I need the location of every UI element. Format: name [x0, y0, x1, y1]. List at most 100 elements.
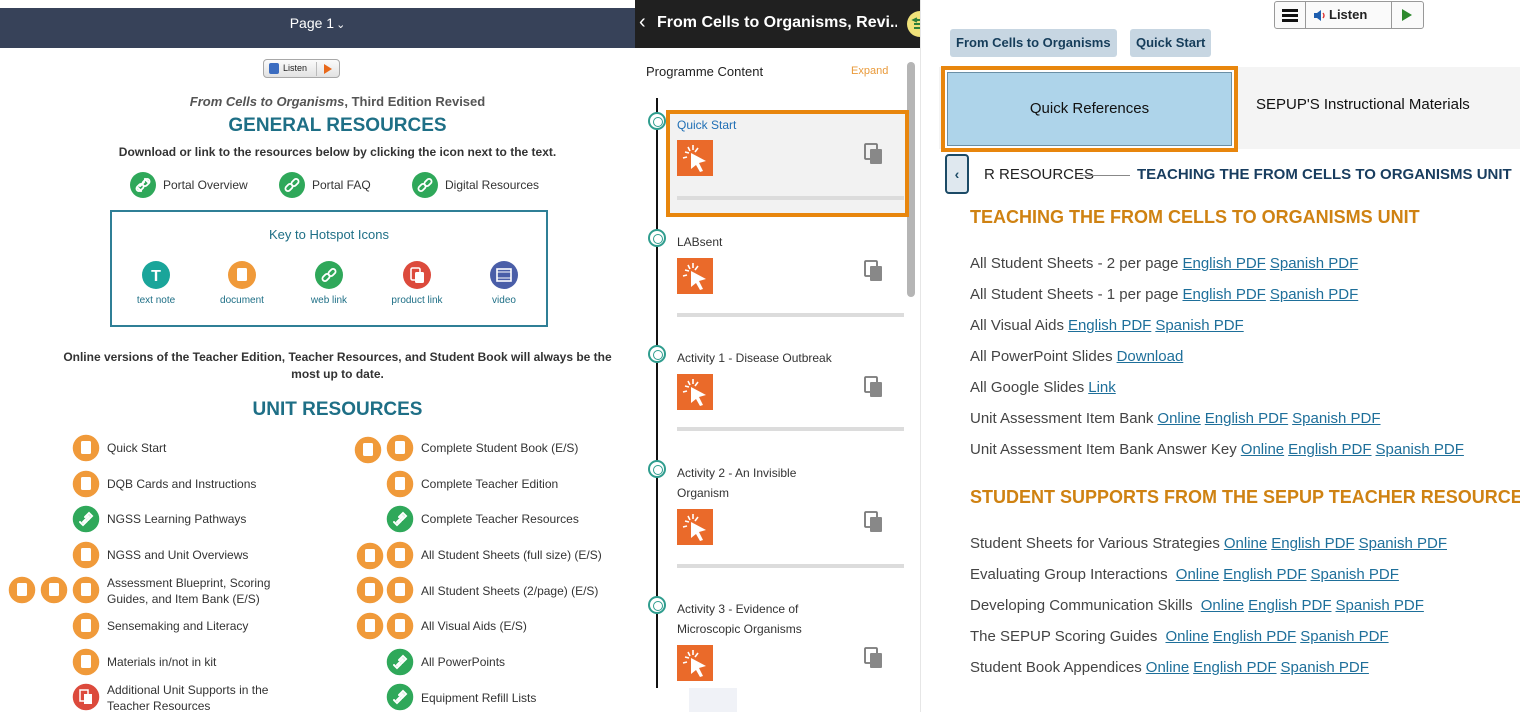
hotspot-click-icon[interactable] [677, 645, 713, 681]
resource-link[interactable]: English PDF [1213, 628, 1296, 645]
programme-content-panel: ‹ From Cells to Organisms, Revi... Progr… [635, 0, 920, 712]
web-link-icon[interactable] [385, 647, 415, 677]
resource-link[interactable]: English PDF [1193, 659, 1276, 676]
document-icon[interactable] [71, 611, 101, 641]
resource-link[interactable]: Spanish PDF [1281, 659, 1369, 676]
resource-link[interactable]: English PDF [1182, 286, 1265, 303]
document-icon[interactable] [355, 541, 385, 571]
document-icon[interactable] [385, 575, 415, 605]
web-link-icon[interactable] [385, 682, 415, 712]
resource-link[interactable]: Spanish PDF [1155, 317, 1243, 334]
resource-row: Student Book Appendices Online English PDF… [970, 659, 1369, 676]
hotspot-click-icon[interactable] [677, 509, 713, 545]
resource-link[interactable]: Spanish PDF [1359, 535, 1447, 552]
hotspot-click-icon[interactable] [677, 258, 713, 294]
lesson-dot [648, 596, 666, 614]
resource-link[interactable]: Spanish PDF [1336, 597, 1424, 614]
resource-link[interactable]: Online [1241, 441, 1284, 458]
resource-link[interactable]: Spanish PDF [1270, 255, 1358, 272]
prev-section-label[interactable]: R RESOURCES [984, 166, 1094, 183]
document-icon[interactable] [385, 611, 415, 641]
resource-link[interactable]: English PDF [1271, 535, 1354, 552]
resource-link[interactable]: English PDF [1288, 441, 1371, 458]
unit-teacher-resources-label: Complete Teacher Resources [421, 512, 579, 526]
copy-icon[interactable] [863, 510, 885, 534]
document-icon[interactable] [385, 540, 415, 570]
resource-link[interactable]: Online [1165, 628, 1208, 645]
heading-teaching-unit: TEACHING THE FROM CELLS TO ORGANISMS UNI… [970, 207, 1420, 227]
document-icon[interactable] [355, 575, 385, 605]
resource-link[interactable]: Online [1146, 659, 1189, 676]
listen-toolbar: Listen [1274, 1, 1424, 29]
resource-link[interactable]: English PDF [1205, 410, 1288, 427]
section-nav: ‹ R RESOURCES TEACHING THE FROM CELLS TO… [945, 154, 1520, 194]
resource-link[interactable]: Online [1157, 410, 1200, 427]
web-link-icon[interactable] [385, 504, 415, 534]
resource-row: Evaluating Group Interactions Online Engl… [970, 566, 1399, 583]
play-icon[interactable] [1402, 9, 1412, 21]
document-icon[interactable] [353, 435, 383, 465]
resource-link[interactable]: Online [1201, 597, 1244, 614]
document-icon[interactable] [7, 575, 37, 605]
current-section-label[interactable]: TEACHING THE FROM CELLS TO ORGANISMS UNI… [1137, 166, 1512, 183]
document-icon[interactable] [71, 647, 101, 677]
unit-additional-supports-label: Additional Unit Supports in the [107, 683, 269, 697]
resource-label: Student Sheets for Various Strategies [970, 535, 1220, 552]
resource-link[interactable]: Spanish PDF [1292, 410, 1380, 427]
resource-label: All Student Sheets - 2 per page [970, 255, 1179, 272]
resource-row: Unit Assessment Item Bank Online English P… [970, 410, 1381, 427]
document-icon[interactable] [71, 469, 101, 499]
resource-link[interactable]: Link [1088, 379, 1116, 396]
resource-link[interactable]: English PDF [1223, 566, 1306, 583]
breadcrumb-unit[interactable]: From Cells to Organisms [950, 29, 1117, 57]
document-icon[interactable] [39, 575, 69, 605]
breadcrumb-quick-start[interactable]: Quick Start [1130, 29, 1212, 57]
expand-link[interactable]: Expand [851, 65, 888, 77]
resource-link[interactable]: Download [1117, 348, 1184, 365]
unit-equipment-lists-label: Equipment Refill Lists [421, 691, 537, 705]
document-icon[interactable] [71, 433, 101, 463]
tab-instructional-materials[interactable]: SEPUP'S Instructional Materials [1256, 96, 1470, 113]
hotspot-click-icon[interactable] [677, 374, 713, 410]
back-chevron-icon[interactable]: ‹ [639, 11, 646, 34]
resource-row: Unit Assessment Item Bank Answer Key Onli… [970, 441, 1464, 458]
document-icon[interactable] [355, 611, 385, 641]
lesson-name-line1: Activity 3 - Evidence of [677, 602, 799, 616]
resource-row: All Google Slides Link [970, 379, 1116, 396]
resource-link[interactable]: English PDF [1248, 597, 1331, 614]
programme-content-label: Programme Content [646, 64, 764, 79]
hamburger-menu-icon[interactable] [1275, 2, 1306, 28]
resource-link[interactable]: Spanish PDF [1270, 286, 1358, 303]
document-icon[interactable] [71, 540, 101, 570]
resource-row: All PowerPoint Slides Download [970, 348, 1183, 365]
toc-menu-icon[interactable] [906, 10, 920, 38]
tab-quick-references-label: Quick References [947, 72, 1232, 146]
document-icon[interactable] [385, 469, 415, 499]
tab-quick-references[interactable]: Quick References [941, 66, 1238, 152]
resource-label: Unit Assessment Item Bank [970, 410, 1154, 427]
product-link-icon[interactable] [71, 682, 101, 712]
copy-icon[interactable] [863, 259, 885, 283]
unit-ngss-overviews-label: NGSS and Unit Overviews [107, 548, 249, 562]
resource-link[interactable]: Online [1224, 535, 1267, 552]
unit-teacher-edition-label: Complete Teacher Edition [421, 477, 559, 491]
resource-link[interactable]: English PDF [1182, 255, 1265, 272]
chevron-left-icon[interactable]: ‹ [945, 154, 969, 194]
resource-link[interactable]: Spanish PDF [1311, 566, 1399, 583]
resource-link[interactable]: Spanish PDF [1376, 441, 1464, 458]
document-icon[interactable] [385, 433, 415, 463]
copy-icon[interactable] [863, 142, 885, 166]
resource-label: Evaluating Group Interactions [970, 566, 1172, 583]
resource-link[interactable]: Spanish PDF [1300, 628, 1388, 645]
copy-icon[interactable] [863, 646, 885, 670]
document-icon[interactable] [71, 575, 101, 605]
hotspot-click-icon[interactable] [677, 140, 713, 176]
resource-label: Student Book Appendices [970, 659, 1142, 676]
lesson-name: Activity 1 - Disease Outbreak [677, 351, 832, 365]
listen-button[interactable]: Listen [1329, 7, 1367, 22]
document-viewer: Page 1 ⌄ Listen From Cells to Organisms, … [0, 0, 635, 712]
resource-link[interactable]: Online [1176, 566, 1219, 583]
web-link-icon[interactable] [71, 504, 101, 534]
resource-link[interactable]: English PDF [1068, 317, 1151, 334]
copy-icon[interactable] [863, 375, 885, 399]
